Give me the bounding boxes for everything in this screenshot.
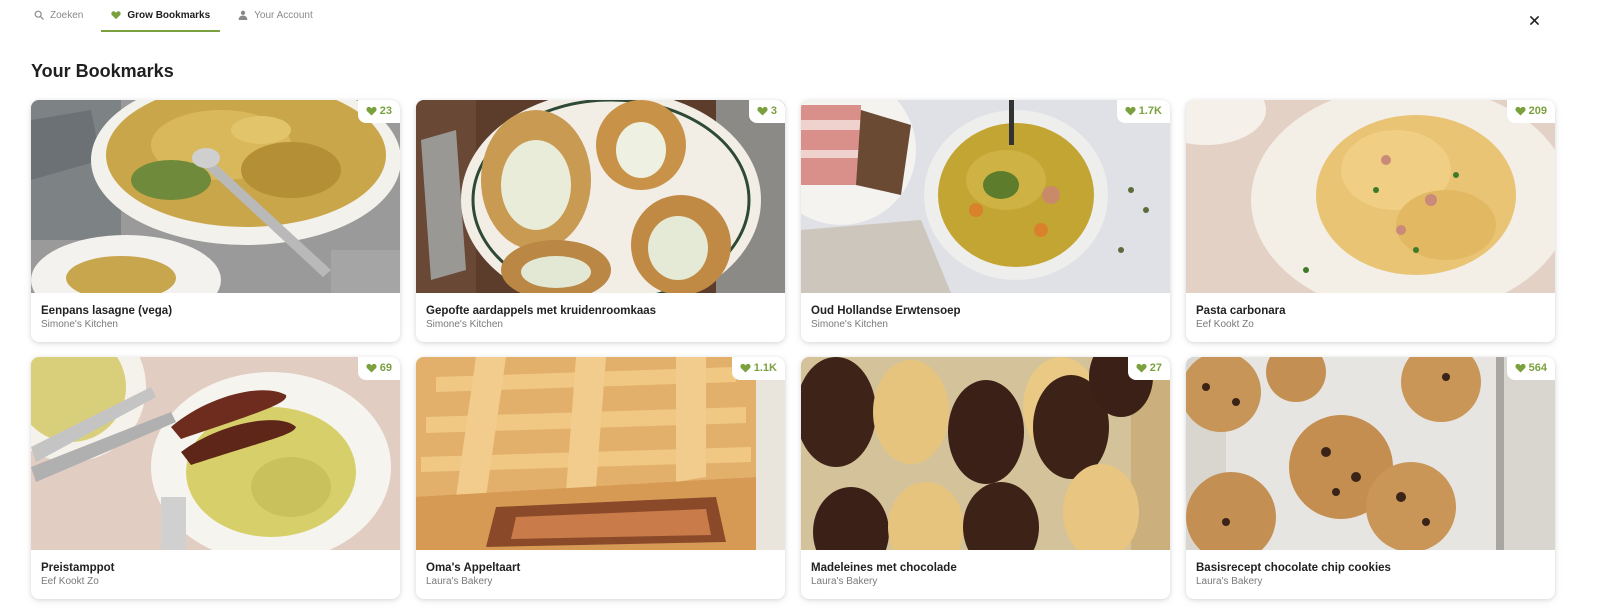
- page-title: Your Bookmarks: [31, 61, 174, 81]
- likes-count: 23: [379, 105, 392, 117]
- likes-badge: 3: [748, 100, 785, 123]
- recipe-title: Madeleines met chocolade: [811, 562, 957, 574]
- likes-badge: 209: [1506, 100, 1555, 123]
- likes-badge: 564: [1506, 357, 1555, 380]
- search-icon: [34, 10, 44, 20]
- recipe-author: Eef Kookt Zo: [1196, 319, 1254, 330]
- bookmark-card[interactable]: 209 Pasta carbonara Eef Kookt Zo: [1186, 100, 1555, 342]
- likes-count: 69: [379, 362, 392, 374]
- recipe-author: Eef Kookt Zo: [41, 576, 99, 587]
- likes-count: 1.1K: [753, 362, 777, 374]
- likes-count: 27: [1149, 362, 1162, 374]
- likes-badge: 1.7K: [1116, 100, 1170, 123]
- likes-badge: 1.1K: [731, 357, 785, 380]
- recipe-image: 23: [31, 100, 400, 293]
- likes-badge: 69: [357, 357, 400, 380]
- recipe-title: Pasta carbonara: [1196, 305, 1286, 317]
- recipe-title: Oud Hollandse Erwtensoep: [811, 305, 961, 317]
- heart-icon: [1136, 363, 1147, 373]
- recipe-author: Simone's Kitchen: [811, 319, 888, 330]
- bookmark-grid: 23 Eenpans lasagne (vega) Simone's Kitch…: [31, 100, 1555, 599]
- top-navigation: Zoeken Grow Bookmarks Your Account: [0, 0, 1600, 34]
- recipe-title: Eenpans lasagne (vega): [41, 305, 173, 317]
- bookmark-card[interactable]: 1.1K Oma's Appeltaart Laura's Bakery: [416, 357, 785, 599]
- bookmark-card[interactable]: 69 Preistamppot Eef Kookt Zo: [31, 357, 400, 599]
- tab-label: Zoeken: [50, 9, 84, 21]
- heart-icon: [366, 363, 377, 373]
- tab-grow-bookmarks[interactable]: Grow Bookmarks: [101, 0, 221, 32]
- tab-label: Your Account: [254, 9, 313, 21]
- recipe-title: Preistamppot: [41, 562, 115, 574]
- bookmark-card[interactable]: 1.7K Oud Hollandse Erwtensoep Simone's K…: [801, 100, 1170, 342]
- heart-icon: [1515, 363, 1526, 373]
- recipe-title: Gepofte aardappels met kruidenroomkaas: [426, 305, 657, 317]
- tab-your-account[interactable]: Your Account: [234, 0, 317, 32]
- heart-icon: [111, 10, 121, 20]
- likes-count: 3: [770, 105, 777, 117]
- recipe-image: 27: [801, 357, 1170, 550]
- recipe-author: Simone's Kitchen: [426, 319, 503, 330]
- likes-count: 209: [1528, 105, 1547, 117]
- heart-icon: [740, 363, 751, 373]
- heart-icon: [1515, 106, 1526, 116]
- heart-icon: [1125, 106, 1136, 116]
- recipe-title: Basisrecept chocolate chip cookies: [1196, 562, 1391, 574]
- recipe-author: Laura's Bakery: [426, 576, 493, 587]
- close-button[interactable]: [1524, 11, 1544, 31]
- likes-count: 564: [1528, 362, 1547, 374]
- recipe-image: 69: [31, 357, 400, 550]
- recipe-image: 209: [1186, 100, 1555, 293]
- bookmark-card[interactable]: 564 Basisrecept chocolate chip cookies L…: [1186, 357, 1555, 599]
- recipe-title: Oma's Appeltaart: [426, 562, 521, 574]
- close-icon: [1529, 12, 1539, 30]
- likes-badge: 23: [357, 100, 400, 123]
- bookmark-card[interactable]: 3 Gepofte aardappels met kruidenroomkaas…: [416, 100, 785, 342]
- recipe-image: 1.7K: [801, 100, 1170, 293]
- recipe-author: Laura's Bakery: [811, 576, 878, 587]
- recipe-image: 3: [416, 100, 785, 293]
- tab-zoeken[interactable]: Zoeken: [30, 0, 87, 32]
- heart-icon: [757, 106, 768, 116]
- recipe-image: 564: [1186, 357, 1555, 550]
- recipe-author: Laura's Bakery: [1196, 576, 1263, 587]
- likes-badge: 27: [1127, 357, 1170, 380]
- tab-label: Grow Bookmarks: [127, 9, 211, 21]
- likes-count: 1.7K: [1138, 105, 1162, 117]
- recipe-image: 1.1K: [416, 357, 785, 550]
- heart-icon: [366, 106, 377, 116]
- nav-tabs: Zoeken Grow Bookmarks Your Account: [30, 0, 331, 34]
- recipe-author: Simone's Kitchen: [41, 319, 118, 330]
- user-icon: [238, 10, 248, 20]
- bookmark-card[interactable]: 23 Eenpans lasagne (vega) Simone's Kitch…: [31, 100, 400, 342]
- bookmark-card[interactable]: 27 Madeleines met chocolade Laura's Bake…: [801, 357, 1170, 599]
